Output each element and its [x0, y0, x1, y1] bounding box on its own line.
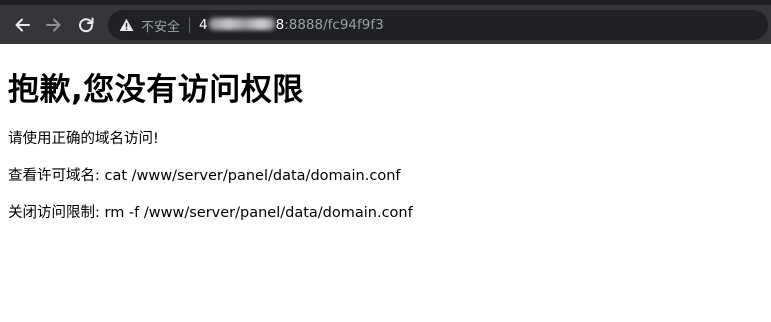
page-content: 抱歉,您没有访问权限 请使用正确的域名访问! 查看许可域名: cat /www/… [0, 71, 771, 222]
url-text[interactable]: 4 8:8888/fc94f9f3 [199, 17, 384, 33]
address-bar[interactable]: 不安全 4 8:8888/fc94f9f3 [108, 10, 768, 40]
message-line-remove-restriction: 关闭访问限制: rm -f /www/server/panel/data/dom… [8, 205, 413, 221]
reload-icon [79, 17, 94, 33]
message-line-domain: 请使用正确的域名访问! [8, 131, 159, 147]
omnibox-divider [189, 17, 191, 33]
forward-button[interactable] [40, 11, 68, 39]
back-button[interactable] [8, 11, 36, 39]
page-title: 抱歉,您没有访问权限 [8, 72, 304, 108]
message-line-view-domains: 查看许可域名: cat /www/server/panel/data/domai… [8, 168, 401, 184]
security-status-label[interactable]: 不安全 [141, 16, 180, 35]
url-path: :8888/fc94f9f3 [284, 17, 384, 33]
arrow-left-icon [15, 18, 30, 32]
url-host-start: 4 [199, 17, 208, 33]
reload-button[interactable] [72, 11, 100, 39]
warning-icon[interactable] [118, 17, 134, 33]
browser-toolbar: 不安全 4 8:8888/fc94f9f3 [0, 0, 771, 44]
arrow-right-icon [46, 18, 61, 32]
url-redacted-host [208, 18, 275, 30]
url-host-end: 8 [275, 17, 285, 33]
